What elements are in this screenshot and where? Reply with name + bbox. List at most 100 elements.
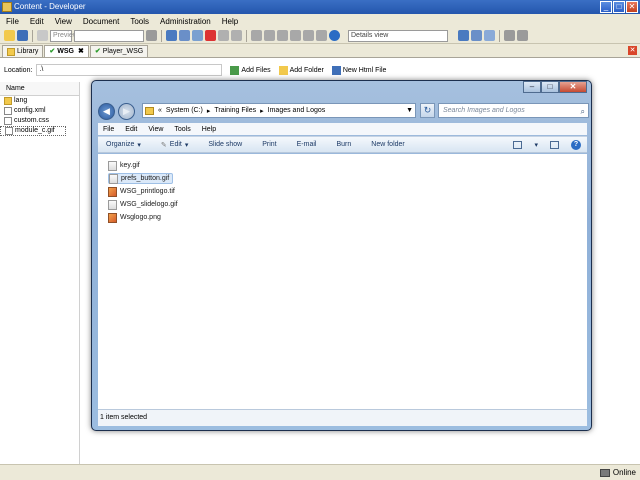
slide-show-button[interactable]: Slide show	[208, 141, 242, 148]
name-column-header[interactable]: Name	[0, 82, 79, 96]
app-toolbar: Preview Details view	[0, 28, 640, 44]
outdent-icon[interactable]	[290, 30, 301, 41]
menu-administration[interactable]: Administration	[160, 17, 211, 26]
new-html-file-button[interactable]: New Html File	[331, 65, 387, 75]
list-view-icon[interactable]	[471, 30, 482, 41]
redo-icon[interactable]	[264, 30, 275, 41]
new-folder-button[interactable]: New folder	[371, 141, 404, 148]
find-icon[interactable]	[303, 30, 314, 41]
tile-view-icon[interactable]	[484, 30, 495, 41]
delete-icon[interactable]	[205, 30, 216, 41]
new-html-label: New Html File	[342, 66, 387, 74]
link-icon[interactable]	[231, 30, 242, 41]
file-label: custom.css	[14, 117, 50, 124]
help-icon[interactable]	[329, 30, 340, 41]
view-select[interactable]: Details view	[348, 29, 448, 42]
breadcrumb-images-and-logos[interactable]: Images and Logos	[268, 107, 326, 114]
properties-icon[interactable]	[218, 30, 229, 41]
save-icon[interactable]	[17, 30, 28, 41]
edit-button[interactable]: ✎ Edit ▾	[161, 141, 188, 149]
undo-icon[interactable]	[251, 30, 262, 41]
help-icon[interactable]: ?	[571, 139, 581, 150]
menu-file[interactable]: File	[6, 17, 19, 26]
edit-label: Edit	[169, 141, 182, 148]
views-icon[interactable]	[513, 140, 523, 149]
email-button[interactable]: E-mail	[297, 141, 317, 148]
copy-icon[interactable]	[179, 30, 190, 41]
list-item[interactable]: custom.css	[0, 116, 79, 126]
file-view: key.gif prefs_button.gif WSG_printlogo.t…	[98, 154, 587, 418]
close-button[interactable]: ✕	[626, 1, 638, 13]
chevron-down-icon: ▾	[184, 141, 189, 149]
list-item[interactable]: Wsglogo.png	[108, 212, 164, 223]
breadcrumb[interactable]: « System (C:) ▸ Training Files ▸ Images …	[142, 103, 416, 118]
organize-label: Organize	[106, 141, 135, 148]
chevron-down-icon[interactable]: ▼	[406, 107, 413, 114]
add-folder-button[interactable]: Add Folder	[278, 65, 324, 75]
location-bar: Location: .\ Add Files Add Folder New Ht…	[0, 58, 640, 82]
menu-help[interactable]: Help	[222, 17, 238, 26]
preview-pane-icon[interactable]	[550, 140, 559, 149]
preview-icon[interactable]	[37, 30, 48, 41]
stop-icon[interactable]	[146, 30, 157, 41]
open-folder-icon[interactable]	[4, 30, 15, 41]
menu-view[interactable]: View	[55, 17, 72, 26]
preview-target-select[interactable]	[74, 29, 144, 42]
address-bar: ◀ ▶ « System (C:) ▸ Training Files ▸ Ima…	[98, 102, 589, 120]
maximize-button[interactable]: □	[613, 1, 625, 13]
organize-button[interactable]: Organize ▾	[106, 141, 141, 149]
file-icon	[5, 127, 13, 135]
close-button[interactable]: ✕	[559, 81, 587, 93]
refresh-button[interactable]: ↻	[420, 103, 435, 118]
minimize-button[interactable]: _	[600, 1, 612, 13]
list-item[interactable]: config.xml	[0, 106, 79, 116]
location-input[interactable]: .\	[36, 64, 223, 76]
list-item[interactable]: lang	[0, 96, 79, 106]
list-item[interactable]: key.gif	[108, 160, 143, 171]
paste-icon[interactable]	[192, 30, 203, 41]
tab-library[interactable]: Library	[2, 45, 44, 57]
minimize-button[interactable]: –	[523, 81, 541, 93]
print-button[interactable]: Print	[262, 141, 276, 148]
maximize-button[interactable]: □	[541, 81, 559, 93]
replace-icon[interactable]	[316, 30, 327, 41]
breadcrumb-training-files[interactable]: Training Files	[214, 107, 256, 114]
chevron-down-icon[interactable]: ▾	[534, 141, 538, 149]
preview-button[interactable]: Preview	[50, 29, 78, 42]
forward-button[interactable]: ▶	[118, 102, 135, 120]
indent-icon[interactable]	[277, 30, 288, 41]
tab-player-wsg[interactable]: ✔ Player_WSG	[89, 45, 149, 57]
list-item[interactable]: module_c.gif	[0, 126, 66, 136]
list-item[interactable]: WSG_printlogo.tif	[108, 186, 178, 197]
tab-close-icon[interactable]: ✖	[78, 46, 84, 57]
publish-icon[interactable]	[504, 30, 515, 41]
file-label: key.gif	[120, 162, 140, 169]
search-input[interactable]: Search Images and Logos ⌕	[438, 103, 589, 118]
list-item[interactable]: WSG_slidelogo.gif	[108, 199, 181, 210]
folder-icon	[145, 106, 154, 115]
explorer-menubar: File Edit View Tools Help	[98, 123, 587, 135]
menu-view[interactable]: View	[148, 126, 163, 133]
menu-document[interactable]: Document	[83, 17, 119, 26]
menu-help[interactable]: Help	[202, 126, 216, 133]
app-status-bar: Online	[0, 464, 640, 480]
list-item[interactable]: prefs_button.gif	[108, 173, 174, 184]
menu-edit[interactable]: Edit	[30, 17, 44, 26]
breadcrumb-system-c[interactable]: System (C:)	[166, 107, 203, 114]
settings-icon[interactable]	[517, 30, 528, 41]
search-icon[interactable]: ⌕	[581, 105, 585, 118]
menu-file[interactable]: File	[103, 126, 114, 133]
breadcrumb-overflow[interactable]: «	[158, 107, 162, 114]
menu-edit[interactable]: Edit	[125, 126, 137, 133]
menu-tools[interactable]: Tools	[174, 126, 190, 133]
cut-icon[interactable]	[166, 30, 177, 41]
details-view-icon[interactable]	[458, 30, 469, 41]
tab-label: WSG	[57, 48, 75, 55]
add-files-button[interactable]: Add Files	[230, 65, 271, 75]
panel-close-icon[interactable]: ✕	[628, 46, 637, 55]
tab-wsg[interactable]: ✔ WSG ✖	[44, 45, 89, 57]
burn-button[interactable]: Burn	[336, 141, 351, 148]
menu-tools[interactable]: Tools	[130, 17, 149, 26]
gif-file-icon	[108, 160, 117, 171]
back-button[interactable]: ◀	[98, 102, 115, 120]
